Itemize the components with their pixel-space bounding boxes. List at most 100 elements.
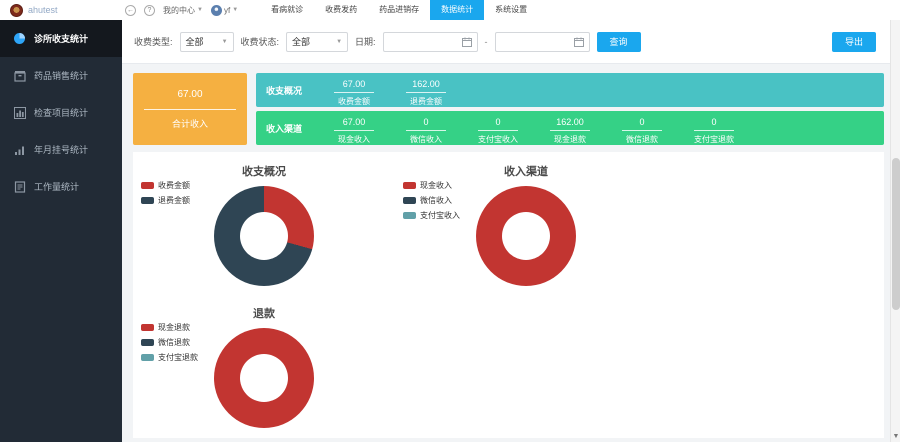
stat-col: 0 支付宝退款 bbox=[678, 112, 750, 145]
sidebar-item-drug-sales[interactable]: 药品销售统计 bbox=[0, 57, 122, 94]
stat-value: 0 bbox=[622, 117, 662, 131]
fee-type-select[interactable]: 全部 ▼ bbox=[180, 32, 234, 52]
chevron-down-icon: ▼ bbox=[336, 39, 342, 45]
legend-swatch bbox=[141, 182, 154, 189]
donut-chart[interactable] bbox=[476, 186, 576, 286]
legend-item[interactable]: 退费金额 bbox=[141, 195, 190, 206]
sidebar-item-label: 年月挂号统计 bbox=[34, 143, 88, 156]
my-center-dropdown[interactable]: 我的中心 ▼ bbox=[163, 5, 203, 16]
back-icon[interactable]: ← bbox=[125, 5, 136, 16]
logo-icon bbox=[10, 4, 23, 17]
chevron-down-icon: ▼ bbox=[232, 7, 238, 13]
stat-label: 收费金额 bbox=[318, 96, 390, 107]
stat-col: 67.00 现金收入 bbox=[318, 112, 390, 145]
overview-bar: 收支概况 67.00 收费金额 162.00 退费金额 bbox=[256, 73, 884, 107]
legend-item[interactable]: 收费金额 bbox=[141, 180, 190, 191]
legend-label: 退费金额 bbox=[158, 195, 190, 206]
overview-title: 收支概况 bbox=[256, 84, 318, 97]
stat-value: 0 bbox=[406, 117, 446, 131]
pie-chart-icon bbox=[13, 32, 26, 45]
legend-swatch bbox=[403, 197, 416, 204]
sidebar-item-clinic-income[interactable]: 诊所收支统计 bbox=[0, 20, 122, 57]
fee-status-label: 收费状态: bbox=[241, 35, 280, 48]
stat-label: 微信收入 bbox=[390, 134, 462, 145]
donut-chart[interactable] bbox=[214, 186, 314, 286]
stat-label: 支付宝退款 bbox=[678, 134, 750, 145]
date-to-input[interactable] bbox=[495, 32, 590, 52]
calendar-icon bbox=[462, 37, 472, 47]
fee-status-select[interactable]: 全部 ▼ bbox=[286, 32, 348, 52]
help-icon[interactable]: ? bbox=[144, 5, 155, 16]
stat-value: 0 bbox=[694, 117, 734, 131]
tab-charge-dispense[interactable]: 收费发药 bbox=[314, 0, 368, 20]
chart-title: 退款 bbox=[133, 298, 395, 321]
divider bbox=[144, 109, 236, 110]
filter-bar: 收费类型: 全部 ▼ 收费状态: 全部 ▼ 日期: - 查询 导出 bbox=[122, 20, 900, 64]
chart-row-2: 退款 现金退款微信退款支付宝退款 bbox=[133, 298, 884, 440]
export-button[interactable]: 导出 bbox=[832, 32, 876, 52]
legend-swatch bbox=[403, 212, 416, 219]
donut-chart[interactable] bbox=[214, 328, 314, 428]
scrollbar-thumb[interactable] bbox=[892, 158, 900, 310]
stat-value: 162.00 bbox=[550, 117, 590, 131]
legend-swatch bbox=[141, 197, 154, 204]
sidebar: 诊所收支统计 药品销售统计 检查项目统计 年月挂号统计 工作量统计 bbox=[0, 20, 122, 442]
scrollbar-down-arrow[interactable]: ▼ bbox=[891, 433, 900, 440]
chart-legend: 现金收入微信收入支付宝收入 bbox=[403, 180, 460, 221]
stat-label: 退费金额 bbox=[390, 96, 462, 107]
date-from-input[interactable] bbox=[383, 32, 478, 52]
legend-item[interactable]: 微信收入 bbox=[403, 195, 460, 206]
avatar: ☻ bbox=[211, 5, 222, 16]
legend-swatch bbox=[141, 339, 154, 346]
box-icon bbox=[13, 69, 26, 82]
tab-system-settings[interactable]: 系统设置 bbox=[484, 0, 538, 20]
chart-legend: 现金退款微信退款支付宝退款 bbox=[141, 322, 198, 363]
sidebar-item-label: 药品销售统计 bbox=[34, 69, 88, 82]
total-income-label: 合计收入 bbox=[172, 117, 208, 130]
stat-col: 0 微信退款 bbox=[606, 112, 678, 145]
tab-drug-inventory[interactable]: 药品进销存 bbox=[368, 0, 430, 20]
app-window: ahutest ← ? 我的中心 ▼ ☻ yf ▼ 看病就诊 收费发药 药品进销… bbox=[0, 0, 900, 442]
report-icon bbox=[13, 180, 26, 193]
stat-label: 现金收入 bbox=[318, 134, 390, 145]
legend-label: 支付宝退款 bbox=[158, 352, 198, 363]
legend-swatch bbox=[403, 182, 416, 189]
app-logo[interactable]: ahutest bbox=[0, 4, 125, 17]
stat-value: 67.00 bbox=[334, 79, 374, 93]
sidebar-item-exam-items[interactable]: 检查项目统计 bbox=[0, 94, 122, 131]
date-label: 日期: bbox=[355, 35, 376, 48]
chart-title: 收支概况 bbox=[133, 156, 395, 179]
fee-status-value: 全部 bbox=[292, 35, 310, 48]
stat-label: 现金退款 bbox=[534, 134, 606, 145]
legend-item[interactable]: 现金收入 bbox=[403, 180, 460, 191]
legend-label: 支付宝收入 bbox=[420, 210, 460, 221]
tab-data-statistics[interactable]: 数据统计 bbox=[430, 0, 484, 20]
user-dropdown[interactable]: ☻ yf ▼ bbox=[211, 5, 238, 16]
charts-panel: 收支概况 收费金额退费金额 收入渠道 现金收入微信收入支付宝收入 退款 现金退款… bbox=[133, 152, 884, 438]
sidebar-item-registration-report[interactable]: 年月挂号统计 bbox=[0, 131, 122, 168]
my-center-label: 我的中心 bbox=[163, 5, 195, 16]
legend-label: 收费金额 bbox=[158, 180, 190, 191]
chart-income-expense: 收支概况 收费金额退费金额 bbox=[133, 156, 395, 298]
top-header: ahutest ← ? 我的中心 ▼ ☻ yf ▼ 看病就诊 收费发药 药品进销… bbox=[0, 0, 900, 20]
stat-value: 67.00 bbox=[334, 117, 374, 131]
vertical-scrollbar[interactable]: ▼ bbox=[890, 20, 900, 442]
legend-item[interactable]: 微信退款 bbox=[141, 337, 198, 348]
tab-outpatient[interactable]: 看病就诊 bbox=[260, 0, 314, 20]
trend-bars-icon bbox=[13, 143, 26, 156]
legend-item[interactable]: 现金退款 bbox=[141, 322, 198, 333]
stat-col: 0 微信收入 bbox=[390, 112, 462, 145]
legend-item[interactable]: 支付宝收入 bbox=[403, 210, 460, 221]
legend-label: 现金收入 bbox=[420, 180, 452, 191]
stat-col: 162.00 退费金额 bbox=[390, 74, 462, 107]
legend-item[interactable]: 支付宝退款 bbox=[141, 352, 198, 363]
chart-legend: 收费金额退费金额 bbox=[141, 180, 190, 206]
sidebar-item-workload[interactable]: 工作量统计 bbox=[0, 168, 122, 205]
stat-value: 162.00 bbox=[406, 79, 446, 93]
chart-income-channels: 收入渠道 现金收入微信收入支付宝收入 bbox=[395, 156, 657, 298]
username: yf bbox=[224, 6, 230, 15]
query-button[interactable]: 查询 bbox=[597, 32, 641, 52]
stat-label: 支付宝收入 bbox=[462, 134, 534, 145]
main-content: 收费类型: 全部 ▼ 收费状态: 全部 ▼ 日期: - 查询 导出 bbox=[122, 20, 900, 442]
sidebar-item-label: 检查项目统计 bbox=[34, 106, 88, 119]
